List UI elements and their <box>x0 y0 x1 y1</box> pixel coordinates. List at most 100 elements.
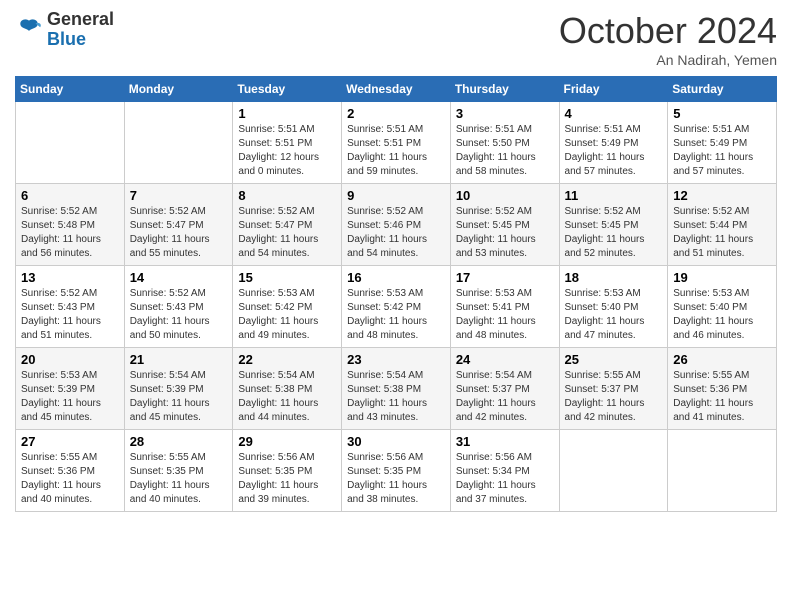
calendar-cell: 20 Sunrise: 5:53 AMSunset: 5:39 PMDayligh… <box>16 348 125 430</box>
day-info: Sunrise: 5:53 AMSunset: 5:40 PMDaylight:… <box>673 287 771 343</box>
day-number: 17 <box>456 270 554 285</box>
calendar-cell: 11 Sunrise: 5:52 AMSunset: 5:45 PMDayligh… <box>559 184 668 266</box>
day-number: 21 <box>130 352 228 367</box>
day-info: Sunrise: 5:55 AMSunset: 5:36 PMDaylight:… <box>21 451 119 507</box>
day-info: Sunrise: 5:53 AMSunset: 5:41 PMDaylight:… <box>456 287 554 343</box>
calendar-cell: 6 Sunrise: 5:52 AMSunset: 5:48 PMDaylight… <box>16 184 125 266</box>
calendar-cell: 7 Sunrise: 5:52 AMSunset: 5:47 PMDaylight… <box>124 184 233 266</box>
column-header-monday: Monday <box>124 77 233 102</box>
day-info: Sunrise: 5:53 AMSunset: 5:42 PMDaylight:… <box>238 287 336 343</box>
calendar-cell: 3 Sunrise: 5:51 AMSunset: 5:50 PMDaylight… <box>450 102 559 184</box>
day-number: 20 <box>21 352 119 367</box>
day-info: Sunrise: 5:51 AMSunset: 5:51 PMDaylight:… <box>238 123 336 179</box>
column-header-wednesday: Wednesday <box>342 77 451 102</box>
day-info: Sunrise: 5:53 AMSunset: 5:40 PMDaylight:… <box>565 287 663 343</box>
day-number: 11 <box>565 188 663 203</box>
calendar-cell <box>559 430 668 512</box>
calendar-cell: 8Sunrise: 5:52 AMSunset: 5:47 PMDaylight… <box>233 184 342 266</box>
day-info: Sunrise: 5:56 AMSunset: 5:35 PMDaylight:… <box>347 451 445 507</box>
day-info: Sunrise: 5:51 AMSunset: 5:51 PMDaylight:… <box>347 123 445 179</box>
day-info: Sunrise: 5:55 AMSunset: 5:37 PMDaylight:… <box>565 369 663 425</box>
day-number: 6 <box>21 188 119 203</box>
day-info: Sunrise: 5:56 AMSunset: 5:35 PMDaylight:… <box>238 451 336 507</box>
day-info: Sunrise: 5:52 AMSunset: 5:47 PMDaylight:… <box>130 205 228 261</box>
day-number: 26 <box>673 352 771 367</box>
day-number: 12 <box>673 188 771 203</box>
calendar-cell: 31 Sunrise: 5:56 AMSunset: 5:34 PMDayligh… <box>450 430 559 512</box>
day-number: 13 <box>21 270 119 285</box>
day-info: Sunrise: 5:51 AMSunset: 5:50 PMDaylight:… <box>456 123 554 179</box>
calendar-cell: 29 Sunrise: 5:56 AMSunset: 5:35 PMDayligh… <box>233 430 342 512</box>
day-info: Sunrise: 5:52 AMSunset: 5:45 PMDaylight:… <box>565 205 663 261</box>
week-row-4: 20 Sunrise: 5:53 AMSunset: 5:39 PMDayligh… <box>16 348 777 430</box>
day-info: Sunrise: 5:52 AMSunset: 5:48 PMDaylight:… <box>21 205 119 261</box>
logo: General Blue <box>15 10 114 50</box>
calendar-cell: 4 Sunrise: 5:51 AMSunset: 5:49 PMDaylight… <box>559 102 668 184</box>
day-number: 7 <box>130 188 228 203</box>
calendar-header-row: SundayMondayTuesdayWednesdayThursdayFrid… <box>16 77 777 102</box>
week-row-1: 1Sunrise: 5:51 AMSunset: 5:51 PMDaylight… <box>16 102 777 184</box>
calendar-cell: 16Sunrise: 5:53 AMSunset: 5:42 PMDayligh… <box>342 266 451 348</box>
month-title: October 2024 <box>559 10 777 52</box>
day-number: 27 <box>21 434 119 449</box>
day-number: 9 <box>347 188 445 203</box>
day-number: 23 <box>347 352 445 367</box>
day-info: Sunrise: 5:54 AMSunset: 5:39 PMDaylight:… <box>130 369 228 425</box>
calendar-table: SundayMondayTuesdayWednesdayThursdayFrid… <box>15 76 777 512</box>
calendar-cell: 21 Sunrise: 5:54 AMSunset: 5:39 PMDayligh… <box>124 348 233 430</box>
calendar-cell: 23Sunrise: 5:54 AMSunset: 5:38 PMDayligh… <box>342 348 451 430</box>
calendar-cell: 30Sunrise: 5:56 AMSunset: 5:35 PMDayligh… <box>342 430 451 512</box>
calendar-cell: 5Sunrise: 5:51 AMSunset: 5:49 PMDaylight… <box>668 102 777 184</box>
day-info: Sunrise: 5:51 AMSunset: 5:49 PMDaylight:… <box>673 123 771 179</box>
calendar-cell: 14 Sunrise: 5:52 AMSunset: 5:43 PMDayligh… <box>124 266 233 348</box>
calendar-cell: 1Sunrise: 5:51 AMSunset: 5:51 PMDaylight… <box>233 102 342 184</box>
day-info: Sunrise: 5:52 AMSunset: 5:45 PMDaylight:… <box>456 205 554 261</box>
calendar-cell: 25 Sunrise: 5:55 AMSunset: 5:37 PMDayligh… <box>559 348 668 430</box>
column-header-sunday: Sunday <box>16 77 125 102</box>
day-number: 10 <box>456 188 554 203</box>
calendar-cell: 2 Sunrise: 5:51 AMSunset: 5:51 PMDaylight… <box>342 102 451 184</box>
day-info: Sunrise: 5:52 AMSunset: 5:46 PMDaylight:… <box>347 205 445 261</box>
calendar-cell: 9 Sunrise: 5:52 AMSunset: 5:46 PMDaylight… <box>342 184 451 266</box>
day-info: Sunrise: 5:56 AMSunset: 5:34 PMDaylight:… <box>456 451 554 507</box>
calendar-cell: 15 Sunrise: 5:53 AMSunset: 5:42 PMDayligh… <box>233 266 342 348</box>
day-number: 3 <box>456 106 554 121</box>
title-block: October 2024 An Nadirah, Yemen <box>559 10 777 68</box>
logo-text: General Blue <box>47 10 114 50</box>
day-info: Sunrise: 5:54 AMSunset: 5:37 PMDaylight:… <box>456 369 554 425</box>
calendar-cell: 26 Sunrise: 5:55 AMSunset: 5:36 PMDayligh… <box>668 348 777 430</box>
day-number: 16 <box>347 270 445 285</box>
day-info: Sunrise: 5:55 AMSunset: 5:35 PMDaylight:… <box>130 451 228 507</box>
column-header-thursday: Thursday <box>450 77 559 102</box>
day-number: 28 <box>130 434 228 449</box>
day-number: 19 <box>673 270 771 285</box>
calendar-cell <box>668 430 777 512</box>
day-info: Sunrise: 5:53 AMSunset: 5:39 PMDaylight:… <box>21 369 119 425</box>
day-number: 22 <box>238 352 336 367</box>
day-info: Sunrise: 5:55 AMSunset: 5:36 PMDaylight:… <box>673 369 771 425</box>
day-number: 15 <box>238 270 336 285</box>
day-number: 4 <box>565 106 663 121</box>
day-number: 2 <box>347 106 445 121</box>
column-header-friday: Friday <box>559 77 668 102</box>
day-info: Sunrise: 5:52 AMSunset: 5:44 PMDaylight:… <box>673 205 771 261</box>
day-info: Sunrise: 5:52 AMSunset: 5:43 PMDaylight:… <box>130 287 228 343</box>
week-row-5: 27 Sunrise: 5:55 AMSunset: 5:36 PMDayligh… <box>16 430 777 512</box>
calendar-cell: 18Sunrise: 5:53 AMSunset: 5:40 PMDayligh… <box>559 266 668 348</box>
page-header: General Blue October 2024 An Nadirah, Ye… <box>15 10 777 68</box>
day-number: 25 <box>565 352 663 367</box>
calendar-cell: 22Sunrise: 5:54 AMSunset: 5:38 PMDayligh… <box>233 348 342 430</box>
day-number: 14 <box>130 270 228 285</box>
week-row-3: 13 Sunrise: 5:52 AMSunset: 5:43 PMDayligh… <box>16 266 777 348</box>
day-info: Sunrise: 5:51 AMSunset: 5:49 PMDaylight:… <box>565 123 663 179</box>
calendar-cell: 10 Sunrise: 5:52 AMSunset: 5:45 PMDayligh… <box>450 184 559 266</box>
calendar-cell: 27 Sunrise: 5:55 AMSunset: 5:36 PMDayligh… <box>16 430 125 512</box>
calendar-cell: 19 Sunrise: 5:53 AMSunset: 5:40 PMDayligh… <box>668 266 777 348</box>
calendar-cell: 24Sunrise: 5:54 AMSunset: 5:37 PMDayligh… <box>450 348 559 430</box>
week-row-2: 6 Sunrise: 5:52 AMSunset: 5:48 PMDaylight… <box>16 184 777 266</box>
day-number: 29 <box>238 434 336 449</box>
day-number: 8 <box>238 188 336 203</box>
calendar-cell: 13Sunrise: 5:52 AMSunset: 5:43 PMDayligh… <box>16 266 125 348</box>
column-header-tuesday: Tuesday <box>233 77 342 102</box>
day-number: 31 <box>456 434 554 449</box>
